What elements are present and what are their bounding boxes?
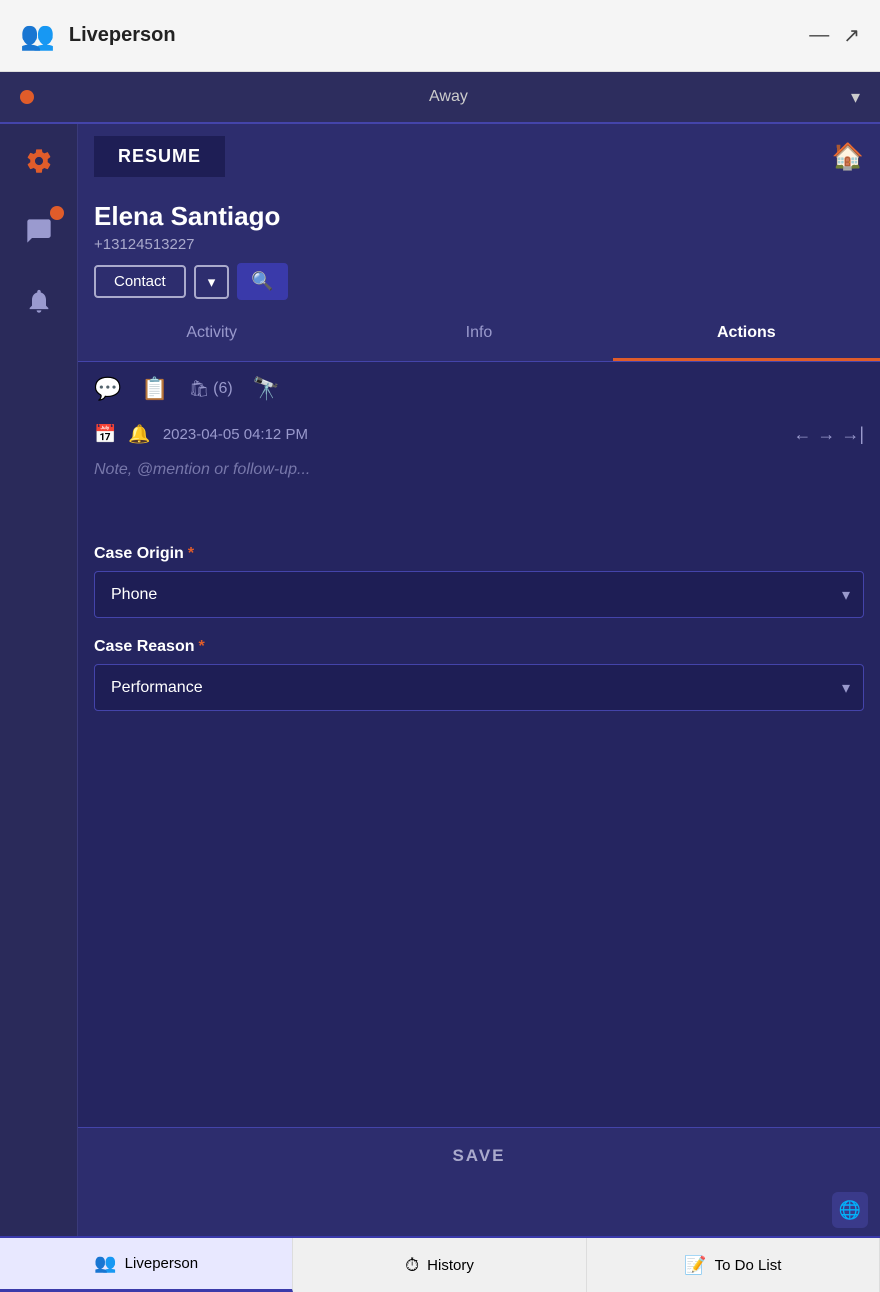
sidebar-item-notification[interactable] [18, 280, 60, 322]
form-area: Case Origin * Phone Email Web Chat Case … [78, 525, 880, 1127]
app-icon: 👥 [20, 19, 55, 52]
case-origin-label: Case Origin * [94, 545, 864, 563]
list-icon[interactable]: 📋 [141, 376, 168, 402]
contact-button[interactable]: Contact [94, 265, 186, 298]
case-origin-required: * [188, 545, 194, 563]
case-origin-select[interactable]: Phone Email Web Chat [94, 571, 864, 618]
tabs: Activity Info Actions [78, 308, 880, 362]
liveperson-taskbar-label: Liveperson [125, 1255, 198, 1272]
todo-taskbar-icon: 📝 [684, 1255, 706, 1276]
save-area: SAVE [78, 1127, 880, 1184]
history-taskbar-label: History [427, 1257, 474, 1274]
resume-button[interactable]: RESUME [94, 136, 225, 177]
contact-search-button[interactable]: 🔍 [237, 263, 287, 300]
tab-activity[interactable]: Activity [78, 308, 345, 361]
contact-header: Elena Santiago +13124513227 Contact ▾ 🔍 [78, 189, 880, 308]
tab-actions[interactable]: Actions [613, 308, 880, 361]
taskbar: 👥 Liveperson ⏱ History 📝 To Do List [0, 1236, 880, 1292]
save-button[interactable]: SAVE [94, 1146, 864, 1166]
window-controls: — ↗ [809, 23, 860, 48]
note-icon[interactable]: 💬 [94, 376, 121, 402]
chat-icon [25, 217, 53, 245]
globe-area: 🌐 [78, 1184, 880, 1236]
note-area: 📅 🔔 2023-04-05 04:12 PM ← → →| Note, @me… [78, 416, 880, 525]
binoculars-icon[interactable]: 🔭 [253, 376, 280, 402]
resume-bar: RESUME 🏠 [78, 124, 880, 189]
status-indicator [20, 90, 34, 104]
settings-icon [25, 147, 53, 175]
status-bar[interactable]: Away ▾ [0, 72, 880, 124]
minimize-button[interactable]: — [809, 24, 829, 47]
check-badge: (6) [213, 380, 233, 398]
main-layout: RESUME 🏠 Elena Santiago +13124513227 Con… [0, 124, 880, 1236]
sidebar [0, 124, 78, 1236]
contact-name: Elena Santiago [94, 201, 864, 232]
content-area: RESUME 🏠 Elena Santiago +13124513227 Con… [78, 124, 880, 1236]
status-chevron-icon[interactable]: ▾ [851, 87, 860, 108]
case-reason-select[interactable]: Performance Billing Technical Issue Gene… [94, 664, 864, 711]
contact-phone: +13124513227 [94, 236, 864, 253]
note-toolbar: 📅 🔔 2023-04-05 04:12 PM ← → →| [94, 424, 864, 445]
sidebar-item-chat[interactable] [18, 210, 60, 252]
chat-notification-badge [50, 206, 64, 220]
nav-last-button[interactable]: →| [841, 424, 864, 445]
calendar-icon[interactable]: 📅 [94, 424, 116, 445]
globe-button[interactable]: 🌐 [832, 1192, 868, 1228]
contact-actions: Contact ▾ 🔍 [94, 263, 864, 300]
case-reason-required: * [199, 638, 205, 656]
contact-dropdown-button[interactable]: ▾ [194, 265, 230, 299]
note-date: 2023-04-05 04:12 PM [163, 426, 781, 443]
notification-icon [25, 287, 53, 315]
bell-icon[interactable]: 🔔 [128, 424, 150, 445]
todo-taskbar-label: To Do List [715, 1257, 782, 1274]
liveperson-taskbar-icon: 👥 [94, 1253, 116, 1274]
note-navigation: ← → →| [793, 424, 864, 445]
expand-button[interactable]: ↗ [843, 23, 860, 48]
globe-icon: 🌐 [839, 1200, 861, 1221]
app-title: Liveperson [69, 24, 809, 47]
action-icons-row: 💬 📋 🛍 (6) 🔭 [78, 362, 880, 416]
case-origin-wrapper: Phone Email Web Chat [94, 571, 864, 618]
taskbar-todo[interactable]: 📝 To Do List [587, 1238, 880, 1292]
case-reason-wrapper: Performance Billing Technical Issue Gene… [94, 664, 864, 711]
check-icon: 🛍 [189, 379, 209, 399]
history-taskbar-icon: ⏱ [405, 1255, 419, 1276]
tab-info[interactable]: Info [345, 308, 612, 361]
taskbar-liveperson[interactable]: 👥 Liveperson [0, 1238, 293, 1292]
home-icon[interactable]: 🏠 [832, 141, 864, 172]
nav-back-button[interactable]: ← [793, 424, 811, 445]
note-input[interactable]: Note, @mention or follow-up... [94, 453, 864, 513]
sidebar-item-settings[interactable] [18, 140, 60, 182]
status-text: Away [46, 88, 851, 106]
check-icon-with-badge[interactable]: 🛍 (6) [189, 379, 233, 399]
title-bar: 👥 Liveperson — ↗ [0, 0, 880, 72]
case-reason-label: Case Reason * [94, 638, 864, 656]
nav-forward-button[interactable]: → [817, 424, 835, 445]
taskbar-history[interactable]: ⏱ History [293, 1238, 586, 1292]
